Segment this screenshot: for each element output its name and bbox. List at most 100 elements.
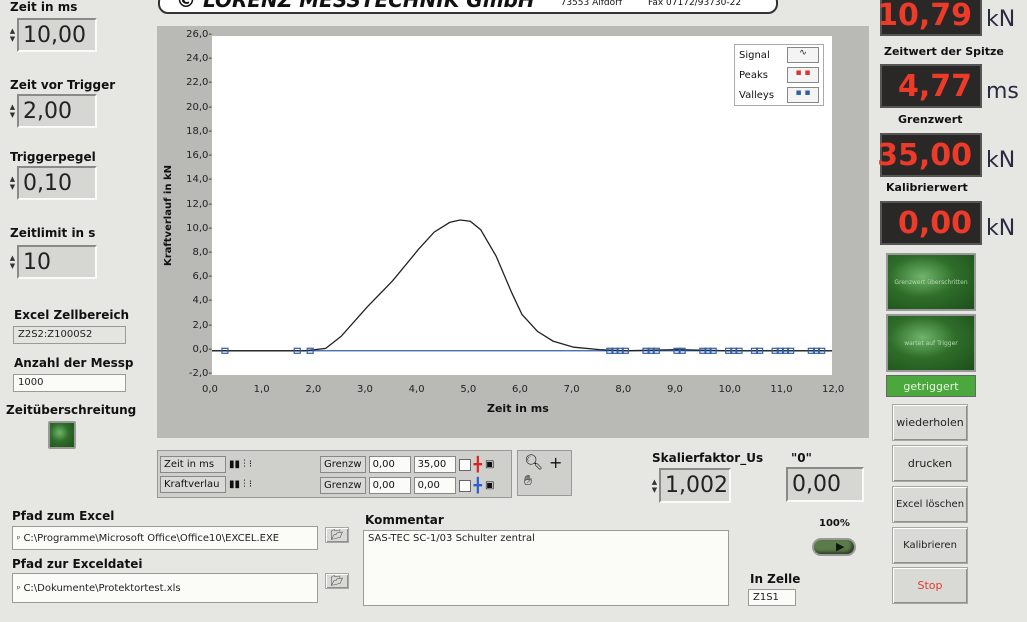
kommentar-field[interactable]: SAS-TEC SC-1/03 Schulter zentral <box>363 530 729 606</box>
chart-frame: Kraftverlauf in kN 26,0- 24,0- 22,0- 20,0- 1… <box>157 26 869 438</box>
excel-zellbereich-field[interactable]: Z2S2:Z1000S2 <box>13 326 126 344</box>
x-tick-label: 12,0 <box>822 384 845 395</box>
in-zelle-field[interactable]: Z1S1 <box>748 589 796 606</box>
legend-valleys: Valleys ▪ ▪ <box>735 85 823 105</box>
zeit-vor-trigger-control[interactable]: ▲ ▼ 2,00 <box>8 94 97 128</box>
y-tick-label: 12,0- <box>186 198 212 210</box>
increment-arrows-icon[interactable]: ▲ ▼ <box>8 166 17 200</box>
path-icon: ᵖ <box>17 533 21 543</box>
company-header: © LORENZ MESSTECHNIK GmbH 73553 Alfdorf … <box>158 0 778 14</box>
cursor-row-zeit[interactable]: Zeit in ms ▮▮ ⫶ ⁝ <box>160 456 269 473</box>
company-address: 73553 Alfdorf <box>560 0 622 8</box>
y-tick-label: 22,0- <box>186 77 212 89</box>
cursor-move-icon[interactable]: + <box>549 453 562 472</box>
pfad-datei-text: C:\Dokumente\Protektortest.xls <box>23 582 181 594</box>
signal-line <box>212 219 832 352</box>
cursor-row-kraft[interactable]: Kraftverlau ▮▮ ⫶ ⁝ <box>160 476 269 493</box>
grenzwert-label: Grenzwert <box>898 113 963 126</box>
cursor-y-2[interactable]: 0,00 <box>413 477 456 494</box>
pfad-excel-label: Pfad zum Excel <box>12 509 115 523</box>
cursor-x-1[interactable]: 0,00 <box>368 456 411 473</box>
cursor-crosshair-red-icon[interactable]: ╋ <box>474 457 482 473</box>
zeit-in-ms-control[interactable]: ▲ ▼ 10,00 <box>8 18 97 52</box>
x-tick-label: 8,0 <box>615 384 632 395</box>
cursor-grenzw-row-2[interactable]: Grenzw 0,00 0,00 ╋ ▣ <box>320 477 494 494</box>
signal-line-icon: ∿ <box>787 47 819 63</box>
anzahl-messpunkte-field[interactable]: 1000 <box>13 374 126 392</box>
cursor-name-kraft[interactable]: Kraftverlau <box>160 476 226 493</box>
wiederholen-button[interactable]: wiederholen <box>892 404 968 441</box>
cursor-x-2[interactable]: 0,00 <box>368 477 411 494</box>
y-tick-label: 24,0- <box>186 53 212 65</box>
y-tick-label: 0,0- <box>192 343 212 355</box>
cursor-y-1[interactable]: 35,00 <box>413 456 456 473</box>
zeit-vor-trigger-input[interactable]: 2,00 <box>17 94 97 128</box>
plot-area[interactable]: Signal ∿ Peaks ▪ ▪ Valleys ▪ ▪ <box>212 36 832 375</box>
cursor-label-2[interactable]: Grenzw <box>320 477 366 494</box>
pfad-datei-field[interactable]: ᵖ C:\Dokumente\Protektortest.xls <box>12 573 318 603</box>
wartet-auf-trigger-led: wartet auf Trigger <box>886 314 976 372</box>
triggerpegel-input[interactable]: 0,10 <box>17 166 97 200</box>
y-tick-label: 8,0- <box>192 246 212 258</box>
increment-arrows-icon[interactable]: ▲ ▼ <box>650 468 659 503</box>
getriggert-indicator: getriggert <box>886 375 976 397</box>
x-tick-label: 9,0 <box>667 384 683 395</box>
drucken-button[interactable]: drucken <box>892 445 968 482</box>
legend-signal: Signal ∿ <box>735 45 823 65</box>
increment-arrows-icon[interactable]: ▲ ▼ <box>8 245 17 279</box>
stop-button[interactable]: Stop <box>892 567 968 604</box>
increment-arrows-icon[interactable]: ▲ ▼ <box>8 18 17 52</box>
in-zelle-label: In Zelle <box>750 572 801 586</box>
y-tick-label: 20,0- <box>186 101 212 113</box>
spitze-indicator: 10,79 kN <box>877 0 1015 36</box>
anzahl-messpunkte-label: Anzahl der Messp <box>14 356 134 370</box>
legend-peaks: Peaks ▪ ▪ <box>735 65 823 85</box>
cursor-color-icon[interactable] <box>458 458 471 471</box>
path-icon: ᵖ <box>17 583 21 593</box>
null-value: 0,00 <box>786 467 864 502</box>
triggerpegel-control[interactable]: ▲ ▼ 0,10 <box>8 166 97 200</box>
increment-arrows-icon[interactable]: ▲ ▼ <box>8 94 17 128</box>
y-tick-label: 2,0- <box>192 319 212 331</box>
skalierfaktor-input[interactable]: 1,002 <box>659 468 731 503</box>
grenzwert-value: 35,00 <box>877 133 982 177</box>
y-tick-label: 26,0- <box>186 29 212 40</box>
zoom-icon[interactable]: 🔍︎ <box>524 453 543 471</box>
pan-hand-icon[interactable]: ✋︎ <box>524 473 532 489</box>
cursor-label-1[interactable]: Grenzw <box>320 456 366 473</box>
legend-signal-label: Signal <box>739 49 770 61</box>
zeitlimit-input[interactable]: 10 <box>17 245 97 279</box>
cursor-grenzw-row-1[interactable]: Grenzw 0,00 35,00 ╋ ▣ <box>320 456 494 473</box>
cursor-crosshair-blue-icon[interactable]: ╋ <box>474 478 482 494</box>
cursor-lock-icon[interactable]: ▣ <box>485 459 494 470</box>
grenzwert-unit: kN <box>986 148 1016 173</box>
progress-knob[interactable] <box>812 538 856 556</box>
zeit-in-ms-label: Zeit in ms <box>10 0 78 14</box>
browse-file-button[interactable]: 📂︎ <box>325 573 349 589</box>
skalierfaktor-control[interactable]: ▲ ▼ 1,002 <box>650 468 731 503</box>
plot-style-icon[interactable]: ▮▮ ⫶ ⁝ <box>229 479 269 490</box>
peaks-marker-icon: ▪ ▪ <box>787 67 819 83</box>
company-fax: Fax 07172/93730-22 <box>648 0 742 8</box>
cursor-color-icon[interactable] <box>458 479 471 492</box>
browse-folder-button[interactable]: 📂︎ <box>325 527 349 543</box>
kalibrieren-button[interactable]: Kalibrieren <box>892 527 968 564</box>
spitze-value: 10,79 <box>877 0 982 36</box>
x-tick-label: 0,0 <box>202 384 218 395</box>
pfad-excel-field[interactable]: ᵖ C:\Programme\Microsoft Office\Office10… <box>12 526 318 550</box>
x-tick-label: 2,0 <box>305 384 322 395</box>
zeitwert-value: 4,77 <box>880 64 982 108</box>
x-tick-label: 1,0 <box>253 384 270 395</box>
grenzwert-indicator: 35,00 kN <box>877 133 1016 177</box>
plot-style-icon[interactable]: ▮▮ ⫶ ⁝ <box>229 459 269 470</box>
plot-legend: Signal ∿ Peaks ▪ ▪ Valleys ▪ ▪ <box>734 44 824 106</box>
zeit-in-ms-input[interactable]: 10,00 <box>17 18 97 52</box>
cursor-lock-icon[interactable]: ▣ <box>485 480 494 491</box>
excel-loeschen-button[interactable]: Excel löschen <box>892 486 968 523</box>
skalierfaktor-label: Skalierfaktor_Us <box>652 451 764 465</box>
kommentar-label: Kommentar <box>365 513 444 527</box>
zeitlimit-control[interactable]: ▲ ▼ 10 <box>8 245 97 279</box>
cursor-name-zeit[interactable]: Zeit in ms <box>160 456 226 473</box>
null-label: "0" <box>791 451 812 465</box>
zeitueberschreitung-label: Zeitüberschreitung <box>6 403 137 417</box>
